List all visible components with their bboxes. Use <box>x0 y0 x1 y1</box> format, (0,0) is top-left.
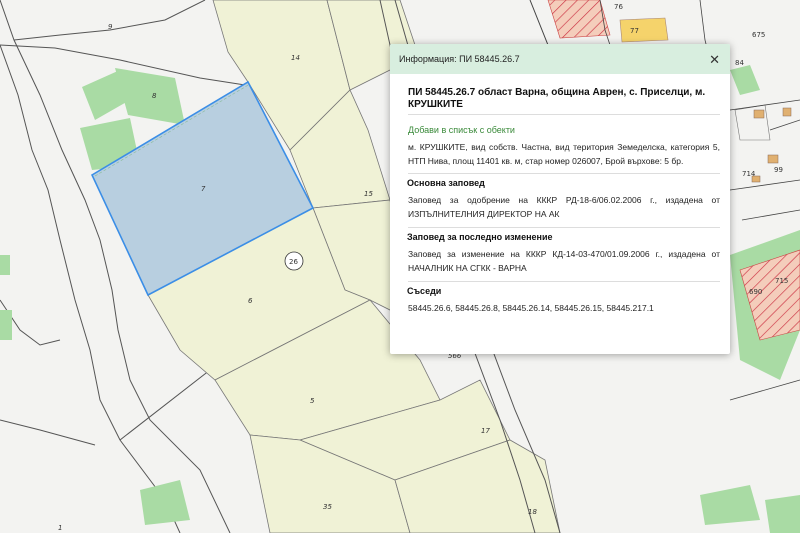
parcel-label-15: 15 <box>364 190 373 198</box>
parcel-label-7: 7 <box>201 185 206 193</box>
parcel-label-9: 9 <box>108 23 113 31</box>
info-popup: Информация: ПИ 58445.26.7 ✕ ПИ 58445.26.… <box>390 44 730 354</box>
parcel-label-14: 14 <box>291 54 300 62</box>
parcel-label-714: 714 <box>742 170 756 178</box>
parcel-label-6: 6 <box>248 297 253 305</box>
parcel-label-99: 99 <box>774 166 783 174</box>
parcel-title: ПИ 58445.26.7 област Варна, община Аврен… <box>408 87 720 115</box>
parcel-label-1: 1 <box>58 524 62 532</box>
section-text-neighbors: 58445.26.6, 58445.26.8, 58445.26.14, 584… <box>408 303 654 313</box>
parcel-label-18: 18 <box>528 508 537 516</box>
parcel-description: м. КРУШКИТЕ, вид собств. Частна, вид тер… <box>408 141 720 174</box>
locality-number: 26 <box>289 258 298 266</box>
close-icon[interactable]: ✕ <box>709 53 720 66</box>
info-popup-header: Информация: ПИ 58445.26.7 ✕ <box>390 44 730 74</box>
parcel-label-84: 84 <box>735 59 744 67</box>
section-heading-main-order: Основна заповед <box>407 178 485 188</box>
section-text-main-order: Заповед за одобрение на КККР РД-18-6/06.… <box>408 194 720 228</box>
parcel-label-35: 35 <box>323 503 332 511</box>
info-popup-title: Информация: ПИ 58445.26.7 <box>399 54 520 64</box>
parcel-label-76: 76 <box>614 3 623 11</box>
parcel-label-715: 715 <box>775 277 788 285</box>
section-text-last-change: Заповед за изменение на КККР КД-14-03-47… <box>408 248 720 282</box>
parcel-label-17: 17 <box>481 427 490 435</box>
parcel-label-77: 77 <box>630 27 639 35</box>
parcel-label-690: 690 <box>749 288 762 296</box>
section-heading-last-change: Заповед за последно изменение <box>407 232 553 242</box>
add-to-list-link[interactable]: Добави в списък с обекти <box>408 125 720 135</box>
section-heading-neighbors: Съседи <box>407 286 442 296</box>
parcel-label-675: 675 <box>752 31 765 39</box>
parcel-label-8: 8 <box>152 92 157 100</box>
parcel-label-5: 5 <box>310 397 315 405</box>
info-popup-body: ПИ 58445.26.7 област Варна, община Аврен… <box>390 74 730 322</box>
